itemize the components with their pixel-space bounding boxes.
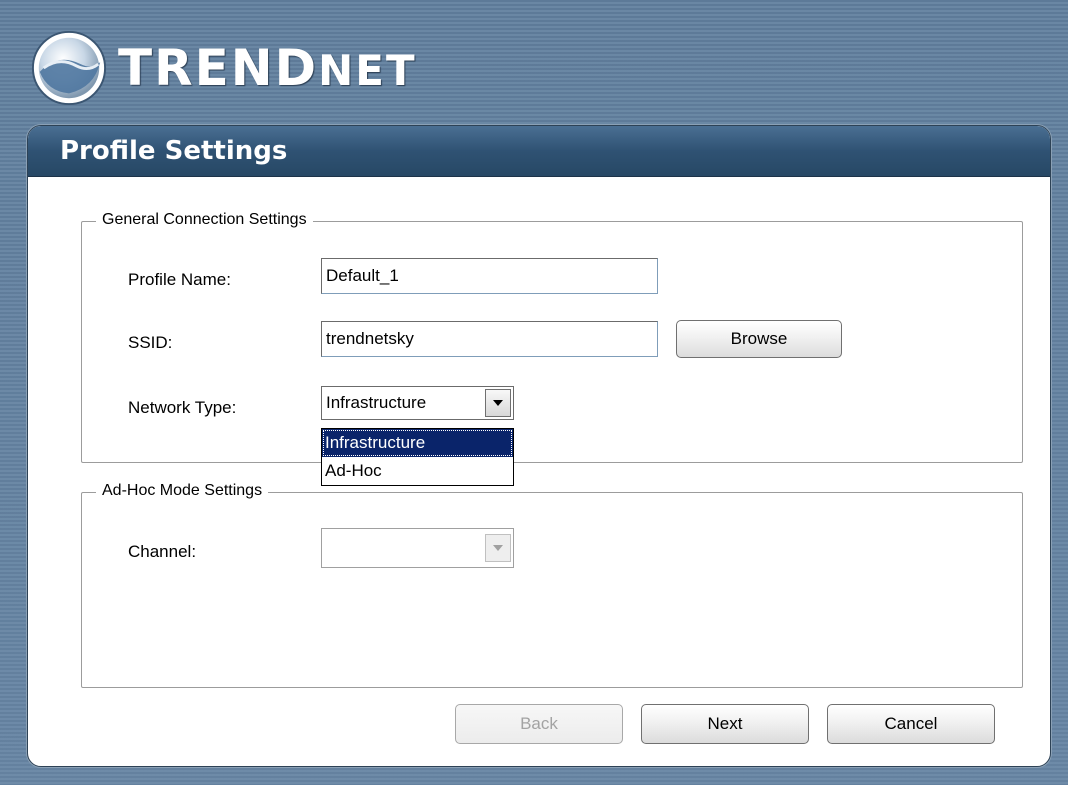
profile-name-label: Profile Name: [128,270,231,289]
network-type-select[interactable]: Infrastructure [321,386,514,420]
adhoc-mode-legend: Ad-Hoc Mode Settings [96,482,269,500]
network-type-dropdown-list: Infrastructure Ad-Hoc [321,428,514,486]
cancel-button[interactable]: Cancel [827,704,995,744]
next-button[interactable]: Next [641,704,809,744]
profile-settings-panel: Profile Settings General Connection Sett… [27,125,1051,767]
channel-select[interactable] [321,528,514,568]
ssid-input[interactable] [321,321,658,357]
profile-name-input[interactable] [321,258,658,294]
back-button-label: Back [520,714,558,733]
back-button[interactable]: Back [455,704,623,744]
dropdown-option-ad-hoc[interactable]: Ad-Hoc [322,457,513,485]
chevron-down-icon[interactable] [485,389,511,417]
cancel-button-label: Cancel [884,714,938,733]
brand-logo: TRENDNET [30,28,417,108]
adhoc-mode-group: Ad-Hoc Mode Settings [81,482,1023,688]
page-title: Profile Settings [60,136,288,166]
chevron-down-icon [485,534,511,562]
channel-label: Channel: [128,542,197,561]
dropdown-option-infrastructure[interactable]: Infrastructure [322,429,513,457]
general-connection-legend: General Connection Settings [96,211,313,229]
brand-name-main: TREND [118,39,319,97]
brand-name-suffix: NET [318,46,417,95]
browse-button[interactable]: Browse [676,320,842,358]
next-button-label: Next [707,714,743,733]
trendnet-globe-icon [31,30,107,106]
network-type-value: Infrastructure [326,393,427,412]
browse-button-label: Browse [730,329,788,348]
panel-header: Profile Settings [28,126,1050,177]
network-type-label: Network Type: [128,398,237,417]
ssid-label: SSID: [128,333,173,352]
